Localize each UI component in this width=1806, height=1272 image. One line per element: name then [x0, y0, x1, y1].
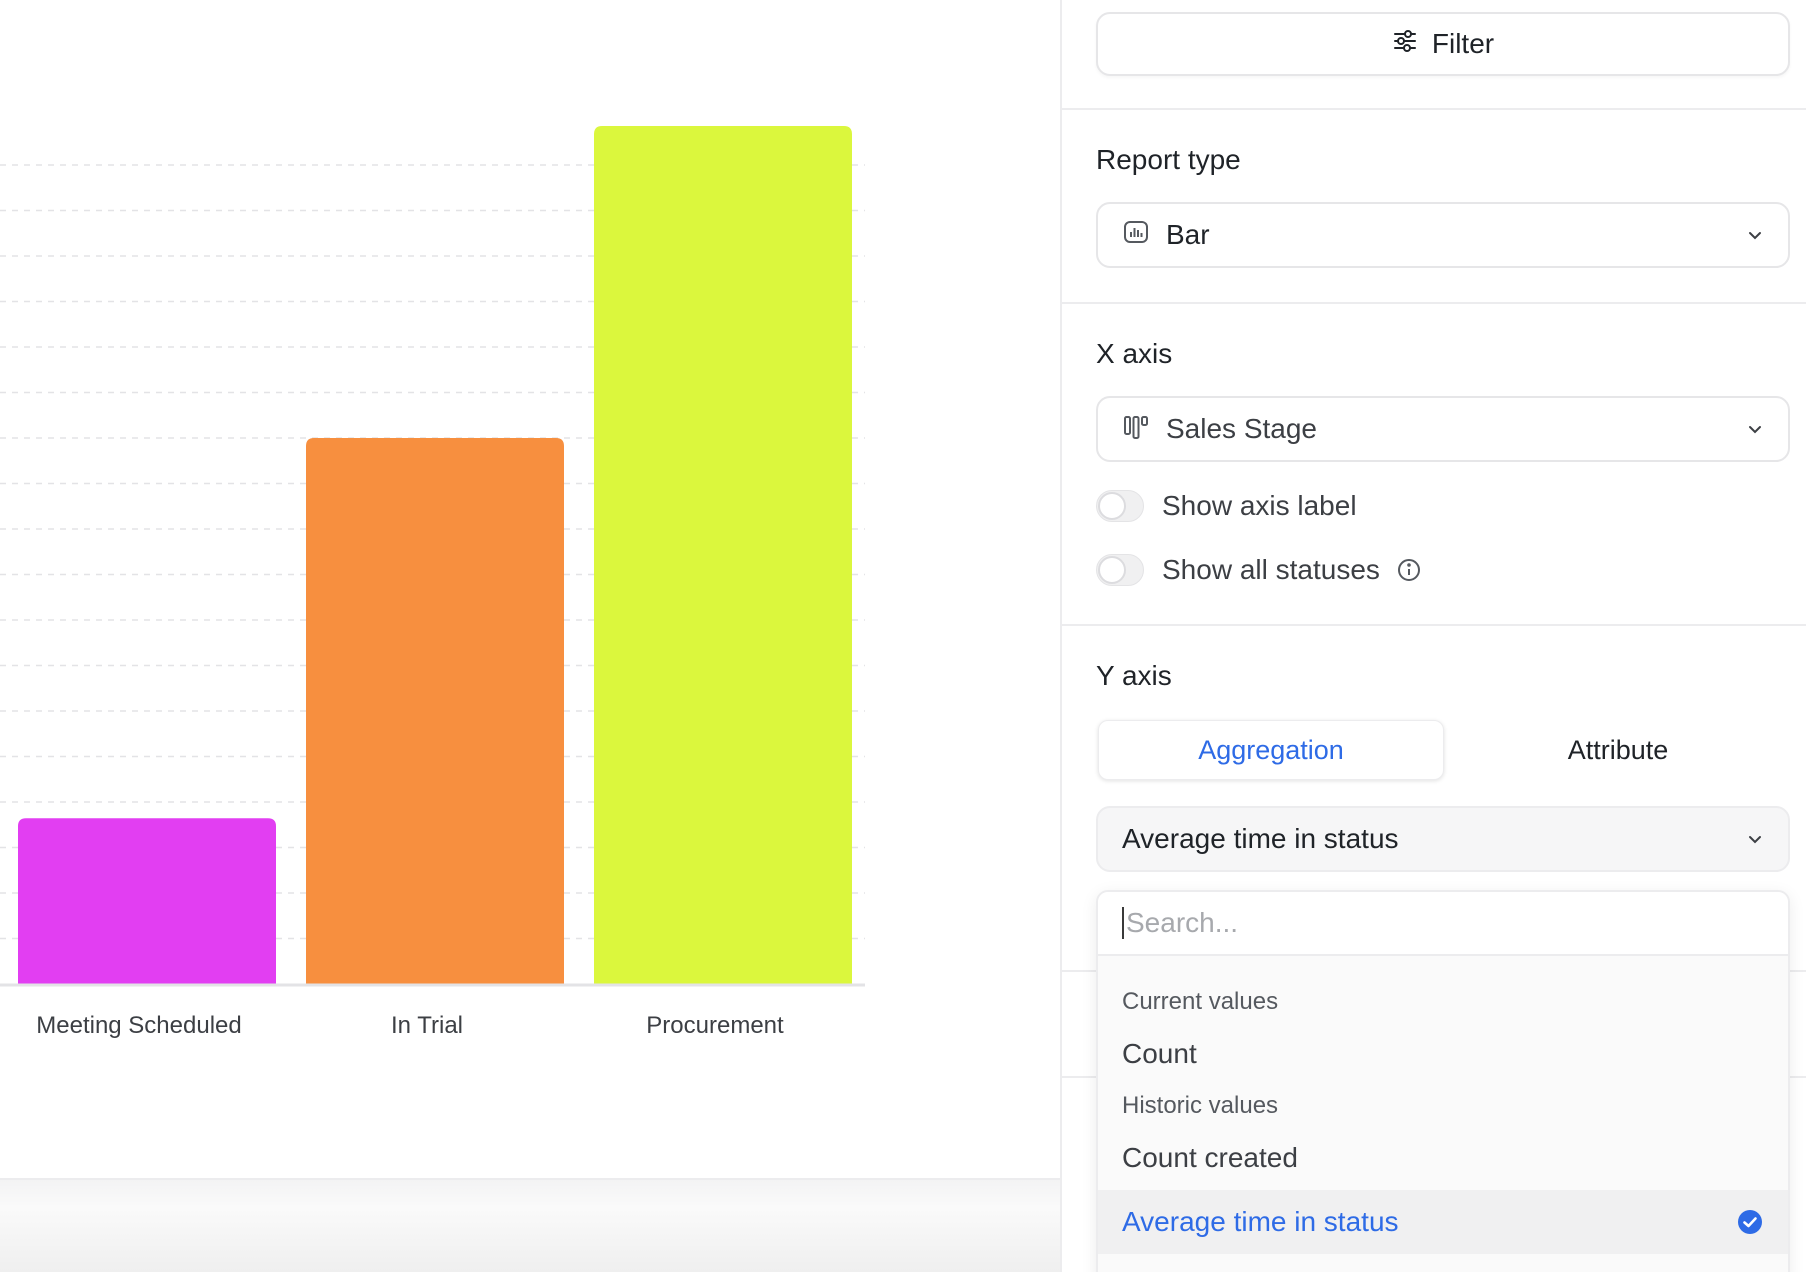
- show-axis-label-toggle[interactable]: [1096, 490, 1144, 522]
- divider: [1062, 302, 1806, 304]
- x-axis-select[interactable]: Sales Stage: [1096, 396, 1790, 462]
- bar-meeting-scheduled[interactable]: [18, 818, 276, 984]
- report-type-select[interactable]: Bar: [1096, 202, 1790, 268]
- aggregation-value: Average time in status: [1122, 823, 1399, 854]
- group-historic-values: Historic values: [1122, 1092, 1279, 1119]
- divider: [1062, 108, 1806, 110]
- dropdown-search: [1098, 892, 1788, 956]
- report-settings-panel: Filter Report type Bar X axis Sales Stag…: [1060, 0, 1806, 1272]
- option-label: Average time in status: [1122, 1206, 1399, 1237]
- show-axis-label-row: Show axis label: [1096, 490, 1357, 522]
- show-axis-label-text: Show axis label: [1162, 490, 1357, 521]
- show-all-statuses-text: Show all statuses: [1162, 554, 1380, 585]
- info-icon[interactable]: [1396, 557, 1422, 583]
- bar-procurement[interactable]: [594, 126, 852, 984]
- chevron-down-icon: [1746, 420, 1764, 438]
- aggregation-select[interactable]: Average time in status: [1096, 806, 1790, 872]
- bar-chart: [0, 126, 865, 987]
- check-circle-icon: [1736, 1208, 1764, 1236]
- option-count-created[interactable]: Count created: [1098, 1126, 1788, 1190]
- chevron-down-icon: [1746, 830, 1764, 848]
- show-all-statuses-row: Show all statuses: [1096, 554, 1422, 586]
- x-tick-label: In Trial: [390, 1012, 464, 1039]
- x-tick-label: Procurement: [646, 1012, 784, 1039]
- report-type-value: Bar: [1166, 219, 1210, 250]
- divider: [1062, 624, 1806, 626]
- option-count[interactable]: Count: [1098, 1022, 1788, 1086]
- bar-chart-icon: [1122, 218, 1150, 253]
- tab-aggregation[interactable]: Aggregation: [1098, 720, 1444, 780]
- search-input[interactable]: [1122, 907, 1722, 939]
- chart-area: Meeting Scheduled In Trial Procurement: [0, 0, 1060, 1180]
- tab-attribute[interactable]: Attribute: [1446, 718, 1790, 782]
- option-average-time-in-status[interactable]: Average time in status: [1098, 1190, 1788, 1254]
- sliders-icon: [1392, 28, 1418, 61]
- group-current-values: Current values: [1122, 988, 1279, 1015]
- show-all-statuses-toggle[interactable]: [1096, 554, 1144, 586]
- bar-in-trial[interactable]: [306, 438, 564, 984]
- x-axis-label: X axis: [1096, 338, 1173, 369]
- filter-button[interactable]: Filter: [1096, 12, 1790, 76]
- x-tick-label: Meeting Scheduled: [36, 1012, 242, 1039]
- aggregation-dropdown: Current values Count Historic values Cou…: [1096, 890, 1790, 1272]
- report-type-label: Report type: [1096, 144, 1241, 175]
- kanban-columns-icon: [1122, 412, 1150, 447]
- chevron-down-icon: [1746, 226, 1764, 244]
- y-axis-label: Y axis: [1096, 660, 1172, 691]
- y-axis-mode-tabs: Aggregation Attribute: [1096, 718, 1790, 782]
- x-axis-value: Sales Stage: [1166, 413, 1317, 444]
- filter-label: Filter: [1431, 28, 1495, 59]
